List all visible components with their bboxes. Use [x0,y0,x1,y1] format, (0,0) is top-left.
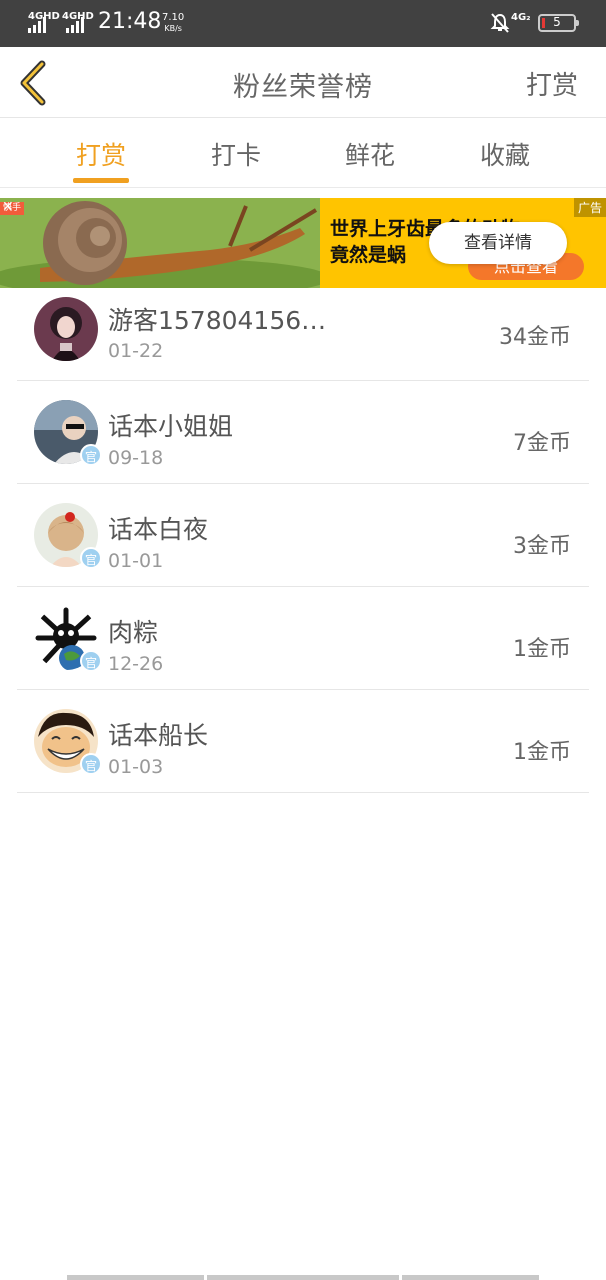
fan-name: 话本小姐姐 [108,412,234,441]
list-item[interactable]: 游客157804156… 01-22 34金币 [17,288,589,381]
page-title: 粉丝荣誉榜 [233,72,373,103]
ad-detail-button[interactable]: 查看详情 [429,222,567,264]
fan-date: 12-26 [108,653,164,675]
tab-active-indicator [73,178,129,183]
coin-amount: 7金币 [513,431,571,456]
fan-list: 游客157804156… 01-22 34金币 官 话本小姐姐 09-18 7金… [17,288,589,793]
coin-amount: 3金币 [513,534,571,559]
avatar[interactable] [34,297,98,361]
tab-checkin[interactable]: 打卡 [176,136,296,172]
coin-amount: 1金币 [513,637,571,662]
ad-badge: 广告 [573,198,606,217]
status-bar: 4GHD 4GHD 21:48 7.10 KB/s 4G₂ 5 [0,0,606,47]
coin-amount: 1金币 [513,740,571,765]
fan-name: 肉粽 [108,618,159,647]
close-icon[interactable]: ✕ [2,200,14,214]
fan-date: 01-22 [108,340,164,362]
list-item[interactable]: 官 话本小姐姐 09-18 7金币 [17,381,589,484]
tab-reward[interactable]: 打赏 [41,136,161,172]
fan-date: 01-01 [108,550,164,572]
fan-date: 01-03 [108,756,164,778]
coin-amount: 34金币 [499,325,571,350]
fan-name: 话本白夜 [108,515,209,544]
list-item[interactable]: 官 话本白夜 01-01 3金币 [17,484,589,587]
fan-date: 09-18 [108,447,164,469]
fan-name: 话本船长 [108,721,209,750]
network-speed: 7.10 KB/s [162,12,185,33]
reward-button[interactable]: 打赏 [526,65,578,102]
battery-icon: 5 [538,14,579,32]
verified-badge: 官 [80,444,102,466]
bell-muted-icon [490,13,510,33]
network-label-3: 4G₂ [511,12,531,23]
verified-badge: 官 [80,650,102,672]
snail-image [0,198,330,288]
clock: 21:48 [98,9,162,34]
list-item[interactable]: 官 话本船长 01-03 1金币 [17,690,589,793]
ad-image[interactable] [0,198,330,288]
battery-level: 5 [553,15,561,29]
tab-favorites[interactable]: 收藏 [445,136,565,172]
tab-flowers[interactable]: 鲜花 [310,136,430,172]
verified-badge: 官 [80,547,102,569]
ad-headline-2: 竟然是蜗 [330,244,407,266]
verified-badge: 官 [80,753,102,775]
fan-name: 游客157804156… [108,306,327,335]
list-item[interactable]: 官 肉粽 12-26 1金币 [17,587,589,690]
header: 粉丝荣誉榜 打赏 [0,47,606,118]
